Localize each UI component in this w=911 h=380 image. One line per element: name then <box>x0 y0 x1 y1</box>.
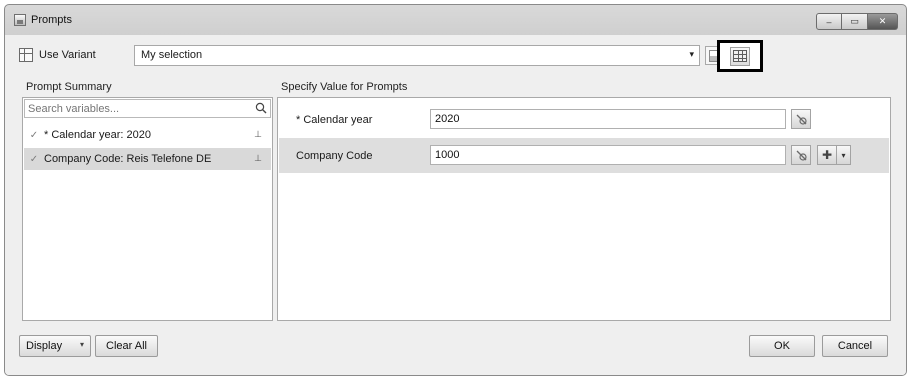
calendar-year-label: * Calendar year <box>296 114 373 126</box>
check-icon: ✓ <box>29 153 39 165</box>
check-icon: ✓ <box>29 129 39 141</box>
specify-values-panel: * Calendar year Company Code <box>277 97 891 321</box>
close-button[interactable]: ✕ <box>868 13 898 30</box>
prompt-row-company-code: Company Code ✚ ▾ <box>279 138 889 173</box>
prompts-app-icon <box>14 14 26 26</box>
variant-row: Use Variant My selection ▾ <box>19 40 763 72</box>
add-value-button[interactable]: ✚ <box>817 145 837 165</box>
clear-value-button[interactable] <box>791 109 811 129</box>
pin-icon[interactable]: ⊥ <box>254 153 262 164</box>
prompt-row-calendar-year: * Calendar year <box>279 102 889 137</box>
company-code-input[interactable] <box>430 145 786 165</box>
clear-all-button[interactable]: Clear All <box>95 335 158 357</box>
pin-icon[interactable]: ⊥ <box>254 129 262 140</box>
use-variant-label: Use Variant <box>39 49 96 61</box>
variant-select[interactable]: My selection ▾ <box>134 45 700 66</box>
highlight-frame <box>717 40 763 72</box>
window-controls: – ▭ ✕ <box>816 13 898 30</box>
display-label: Display <box>26 340 63 352</box>
table-grid-icon <box>733 50 747 62</box>
add-icon: ✚ <box>821 148 833 162</box>
variant-selected-value: My selection <box>141 49 203 61</box>
window-title: Prompts <box>31 14 72 26</box>
prompt-summary-heading: Prompt Summary <box>26 81 112 93</box>
summary-item-calendar-year[interactable]: ✓ * Calendar year: 2020 ⊥ <box>24 124 271 146</box>
clear-value-icon <box>796 150 807 161</box>
chevron-down-icon: ▾ <box>841 150 846 160</box>
maximize-button[interactable]: ▭ <box>842 13 868 30</box>
chevron-down-icon[interactable]: ▾ <box>689 49 694 60</box>
calendar-year-input[interactable] <box>430 109 786 129</box>
dialog-content: Use Variant My selection ▾ Prompt Summar… <box>5 35 906 375</box>
add-options-dropdown[interactable]: ▾ <box>837 145 851 165</box>
search-box[interactable] <box>24 99 271 118</box>
summary-item-label: * Calendar year: 2020 <box>44 129 152 141</box>
clear-value-button[interactable] <box>791 145 811 165</box>
manage-variants-button[interactable] <box>730 46 750 66</box>
clear-value-icon <box>796 114 807 125</box>
summary-item-label: Company Code: Reis Telefone DE <box>44 153 212 165</box>
title-bar: Prompts – ▭ ✕ <box>5 5 906 35</box>
cancel-button[interactable]: Cancel <box>822 335 888 357</box>
variant-table-icon <box>19 48 33 62</box>
chevron-down-icon: ▾ <box>79 340 84 349</box>
summary-item-company-code[interactable]: ✓ Company Code: Reis Telefone DE ⊥ <box>24 148 271 170</box>
specify-values-heading: Specify Value for Prompts <box>281 81 408 93</box>
prompt-summary-panel: ✓ * Calendar year: 2020 ⊥ ✓ Company Code… <box>22 97 273 321</box>
ok-button[interactable]: OK <box>749 335 815 357</box>
search-icon[interactable] <box>255 102 267 114</box>
minimize-button[interactable]: – <box>816 13 842 30</box>
company-code-label: Company Code <box>296 150 373 162</box>
display-button[interactable]: Display ▾ <box>19 335 91 357</box>
search-input[interactable] <box>25 100 245 117</box>
prompts-dialog: Prompts – ▭ ✕ Use Variant My selection ▾ <box>4 4 907 376</box>
